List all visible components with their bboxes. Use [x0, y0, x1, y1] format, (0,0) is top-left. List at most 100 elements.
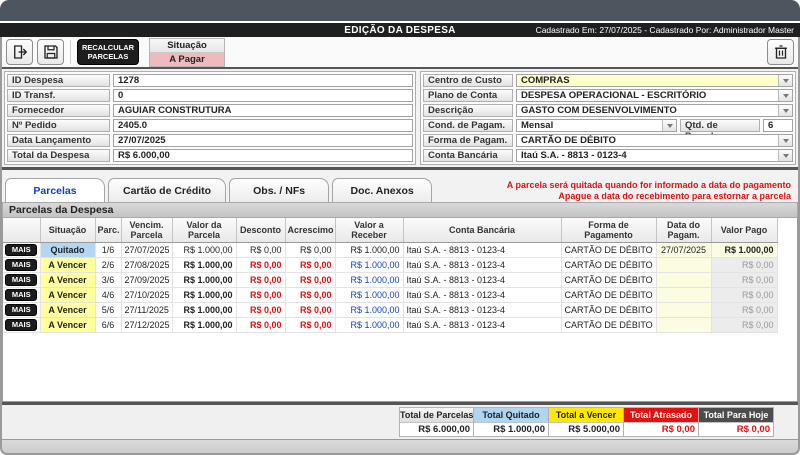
- tab-cartao-credito[interactable]: Cartão de Crédito: [108, 178, 226, 202]
- parcela-row: MAIS A Vencer 3/6 27/09/2025 R$ 1.000,00…: [3, 272, 777, 287]
- col-valor-pago: Valor Pago: [711, 218, 777, 242]
- total-hoje-label: Total Para Hoje: [699, 408, 773, 422]
- valor-pago-cell: R$ 0,00: [711, 317, 777, 332]
- total-atrasado: Total Atrasado R$ 0,00: [624, 407, 699, 437]
- fornecedor-input[interactable]: [113, 104, 413, 117]
- situacao-cell: Quitado: [40, 242, 95, 257]
- save-button[interactable]: [37, 39, 64, 65]
- parcela-row: MAIS A Vencer 2/6 27/08/2025 R$ 1.000,00…: [3, 257, 777, 272]
- acrescimo-cell: R$ 0,00: [285, 242, 335, 257]
- mais-button[interactable]: MAIS: [5, 304, 37, 316]
- descricao-select[interactable]: GASTO COM DESENVOLVIMENTO: [516, 104, 793, 117]
- valor-cell: R$ 1.000,00: [172, 257, 236, 272]
- valor-pago-cell: R$ 0,00: [711, 272, 777, 287]
- tab-bar: Parcelas Cartão de Crédito Obs. / NFs Do…: [2, 170, 798, 202]
- exit-button[interactable]: [6, 39, 33, 65]
- conta-bancaria-select[interactable]: Itaú S.A. - 8813 - 0123-4: [516, 149, 793, 162]
- total-atrasado-value: R$ 0,00: [624, 422, 698, 436]
- forma-cell: CARTÃO DE DÉBITO: [561, 302, 656, 317]
- mais-button[interactable]: MAIS: [5, 289, 37, 301]
- plano-conta-select[interactable]: DESPESA OPERACIONAL - ESCRITÓRIO: [516, 89, 793, 102]
- cond-pagam-select[interactable]: Mensal: [516, 119, 677, 132]
- col-data-pagam: Data do Pagam.: [656, 218, 711, 242]
- total-a-vencer: Total a Vencer R$ 5.000,00: [549, 407, 624, 437]
- centro-custo-select[interactable]: COMPRAS: [516, 74, 793, 87]
- col-situacao: Situação: [40, 218, 95, 242]
- parcelas-table-panel: Situação Parc. Vencim. Parcela Valor da …: [2, 218, 798, 402]
- parcela-row: MAIS A Vencer 5/6 27/11/2025 R$ 1.000,00…: [3, 302, 777, 317]
- receber-cell: R$ 1.000,00: [335, 257, 403, 272]
- parc-cell: 2/6: [95, 257, 121, 272]
- acrescimo-cell: R$ 0,00: [285, 257, 335, 272]
- valor-cell: R$ 1.000,00: [172, 287, 236, 302]
- valor-pago-cell: R$ 0,00: [711, 302, 777, 317]
- total-hoje-value: R$ 0,00: [699, 422, 773, 436]
- tab-doc-anexos[interactable]: Doc. Anexos: [332, 178, 432, 202]
- data-pagam-cell[interactable]: [656, 272, 711, 287]
- col-acrescimo: Acrescimo: [285, 218, 335, 242]
- forma-pagam-select[interactable]: CARTÃO DE DÉBITO: [516, 134, 793, 147]
- table-header-row: Situação Parc. Vencim. Parcela Valor da …: [3, 218, 777, 242]
- vencim-cell: 27/11/2025: [121, 302, 172, 317]
- id-transf-input[interactable]: [113, 89, 413, 102]
- payment-notes: A parcela será quitada quando for inform…: [507, 178, 795, 202]
- parc-cell: 6/6: [95, 317, 121, 332]
- trash-icon: [772, 43, 790, 61]
- receber-cell: R$ 1.000,00: [335, 272, 403, 287]
- mais-button[interactable]: MAIS: [5, 244, 37, 256]
- conta-cell: Itaú S.A. - 8813 - 0123-4: [403, 257, 561, 272]
- data-pagam-cell[interactable]: [656, 257, 711, 272]
- chevron-down-icon: [662, 120, 676, 131]
- receber-cell: R$ 1.000,00: [335, 242, 403, 257]
- content-area: RECALCULAR PARCELAS Situação A Pagar ID …: [0, 37, 800, 439]
- data-lancamento-input[interactable]: [113, 134, 413, 147]
- cond-pagam-label: Cond. de Pagam.: [423, 119, 513, 132]
- desconto-cell: R$ 0,00: [236, 257, 285, 272]
- qtd-parcelas-input[interactable]: [763, 119, 793, 132]
- conta-cell: Itaú S.A. - 8813 - 0123-4: [403, 242, 561, 257]
- expense-edit-window: EDIÇÃO DA DESPESA Cadastrado Em: 27/07/2…: [0, 0, 800, 455]
- num-pedido-input[interactable]: [113, 119, 413, 132]
- forma-cell: CARTÃO DE DÉBITO: [561, 317, 656, 332]
- chevron-down-icon: [778, 75, 792, 86]
- tab-parcelas[interactable]: Parcelas: [5, 178, 105, 202]
- data-pagam-cell[interactable]: 27/07/2025: [656, 242, 711, 257]
- valor-pago-cell: R$ 0,00: [711, 287, 777, 302]
- data-pagam-cell[interactable]: [656, 287, 711, 302]
- tab-obs-nfs[interactable]: Obs. / NFs: [229, 178, 329, 202]
- receber-cell: R$ 1.000,00: [335, 302, 403, 317]
- mais-button[interactable]: MAIS: [5, 274, 37, 286]
- expense-form: ID Despesa ID Transf. Fornecedor Nº Pedi…: [2, 69, 798, 167]
- descricao-label: Descrição: [423, 104, 513, 117]
- delete-button[interactable]: [767, 39, 794, 65]
- desconto-cell: R$ 0,00: [236, 272, 285, 287]
- plano-conta-label: Plano de Conta: [423, 89, 513, 102]
- conta-cell: Itaú S.A. - 8813 - 0123-4: [403, 302, 561, 317]
- totals-bar: Total de Parcelas R$ 6.000,00 Total Quit…: [2, 405, 798, 439]
- registered-meta: Cadastrado Em: 27/07/2025 - Cadastrado P…: [536, 25, 800, 35]
- vencim-cell: 27/10/2025: [121, 287, 172, 302]
- mais-button[interactable]: MAIS: [5, 319, 37, 331]
- mais-button[interactable]: MAIS: [5, 259, 37, 271]
- receber-cell: R$ 1.000,00: [335, 287, 403, 302]
- parc-cell: 1/6: [95, 242, 121, 257]
- data-pagam-cell[interactable]: [656, 317, 711, 332]
- acrescimo-cell: R$ 0,00: [285, 317, 335, 332]
- parc-cell: 5/6: [95, 302, 121, 317]
- total-quitado-label: Total Quitado: [474, 408, 548, 422]
- valor-cell: R$ 1.000,00: [172, 242, 236, 257]
- col-forma-pagamento: Forma de Pagamento: [561, 218, 656, 242]
- data-lancamento-label: Data Lançamento: [7, 134, 110, 147]
- section-title: Parcelas da Despesa: [2, 202, 798, 218]
- col-conta-bancaria: Conta Bancária: [403, 218, 561, 242]
- conta-cell: Itaú S.A. - 8813 - 0123-4: [403, 287, 561, 302]
- data-pagam-cell[interactable]: [656, 302, 711, 317]
- qtd-parcelas-label: Qtd. de Parcelas: [680, 119, 760, 132]
- id-despesa-input[interactable]: [113, 74, 413, 87]
- acrescimo-cell: R$ 0,00: [285, 302, 335, 317]
- id-despesa-label: ID Despesa: [7, 74, 110, 87]
- total-despesa-input[interactable]: [113, 149, 413, 162]
- vencim-cell: 27/07/2025: [121, 242, 172, 257]
- recalcular-parcelas-button[interactable]: RECALCULAR PARCELAS: [77, 39, 139, 65]
- parcela-row: MAIS A Vencer 6/6 27/12/2025 R$ 1.000,00…: [3, 317, 777, 332]
